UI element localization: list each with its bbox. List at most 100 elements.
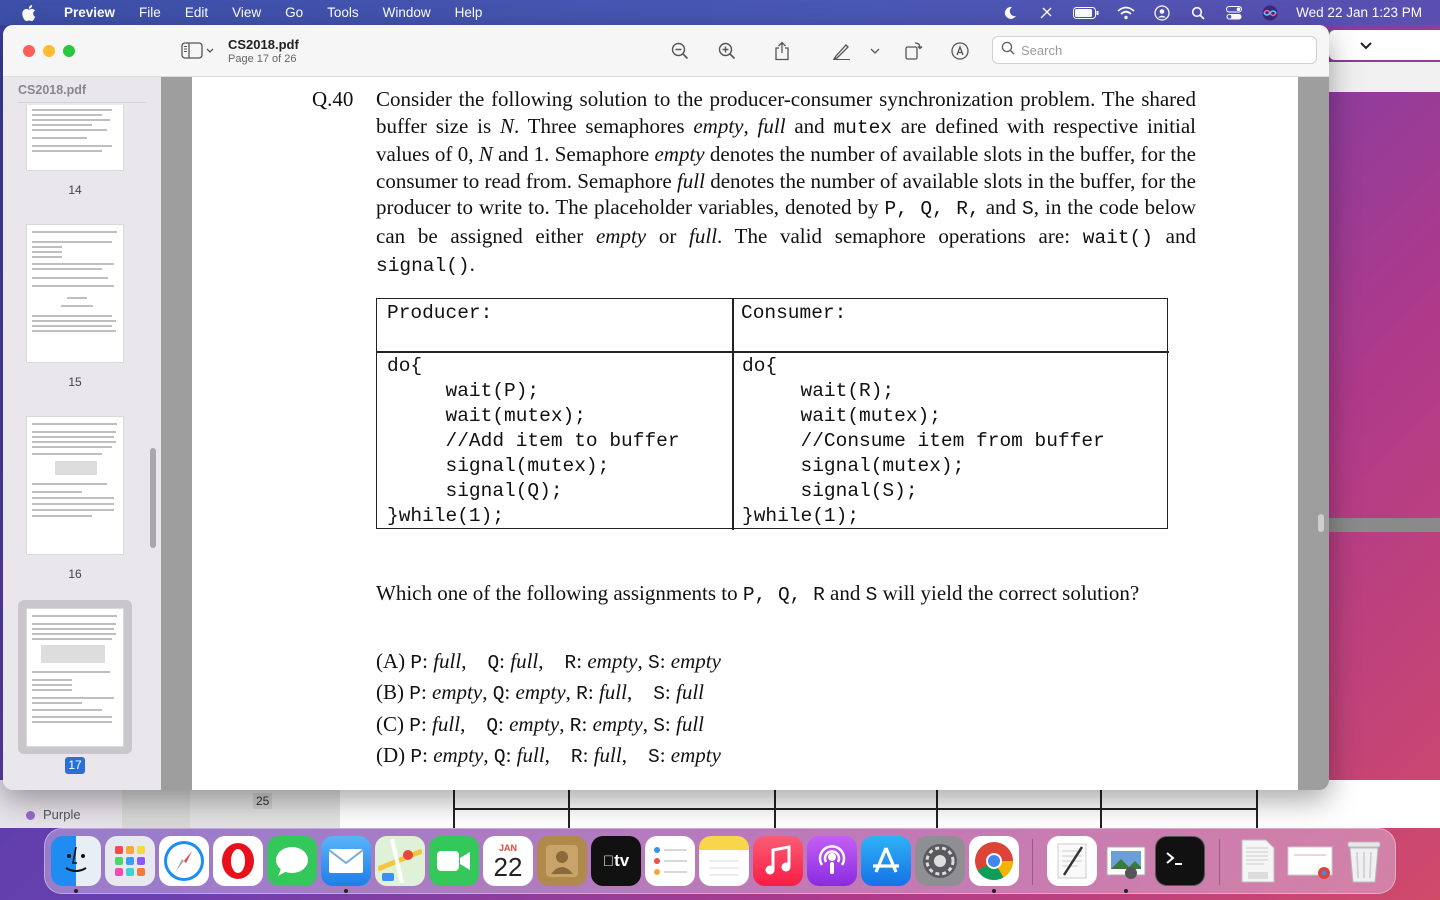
minimize-button[interactable] — [43, 45, 55, 57]
contacts-icon[interactable] — [537, 836, 587, 886]
finder-icon[interactable] — [51, 836, 101, 886]
system-preferences-icon[interactable] — [915, 836, 965, 886]
document-title: CS2018.pdf — [228, 37, 299, 52]
current-page-badge: 17 — [65, 757, 85, 774]
dock-separator — [1032, 839, 1033, 885]
menubar-clock[interactable]: Wed 22 Jan 1:23 PM — [1296, 5, 1422, 20]
search-field[interactable] — [992, 36, 1317, 64]
question-prompt: Which one of the following assignments t… — [376, 581, 1140, 606]
producer-code: do{ wait(P); wait(mutex); //Add item to … — [387, 355, 680, 527]
zoom-out-icon[interactable] — [668, 39, 692, 63]
menu-bar: Preview File Edit View Go Tools Window H… — [0, 0, 1440, 25]
trash-icon[interactable] — [1339, 836, 1389, 886]
menu-go[interactable]: Go — [273, 0, 315, 25]
music-icon[interactable] — [753, 836, 803, 886]
menu-app-preview[interactable]: Preview — [52, 0, 127, 25]
markup-toolbar-icon[interactable] — [948, 39, 972, 63]
tool-icon[interactable] — [1037, 5, 1055, 21]
document-viewer: Q.40 Consider the following solution to … — [161, 77, 1329, 790]
siri-icon[interactable] — [1261, 5, 1279, 21]
thumbnail-sidebar: CS2018.pdf 14 15 16 17 — [3, 77, 161, 790]
sidebar-document-title: CS2018.pdf — [18, 83, 87, 97]
apple-tv-label: tv — [608, 851, 629, 870]
background-divider — [1326, 518, 1440, 532]
window-toolbar: CS2018.pdf Page 17 of 26 — [3, 25, 1329, 77]
consumer-header: Consumer: — [741, 302, 847, 324]
option-d: (D) P: empty, Q: full, R: full, S: empty — [376, 743, 721, 768]
page-thumbnail-16[interactable] — [26, 416, 124, 555]
app-store-icon[interactable] — [861, 836, 911, 886]
launchpad-icon[interactable] — [105, 836, 155, 886]
thumbnail-label: 14 — [68, 183, 82, 197]
podcasts-icon[interactable] — [807, 836, 857, 886]
spotlight-search-icon[interactable] — [1189, 5, 1207, 21]
page-indicator: Page 17 of 26 — [228, 53, 297, 65]
calendar-icon[interactable]: JAN 22 — [483, 836, 533, 886]
pdf-document-icon[interactable] — [1233, 836, 1283, 886]
apple-tv-icon[interactable]: tv — [591, 836, 641, 886]
sidebar-scrollbar[interactable] — [150, 448, 156, 548]
menu-window[interactable]: Window — [371, 0, 443, 25]
maps-icon[interactable] — [375, 836, 425, 886]
thumbnail-label: 15 — [68, 375, 82, 389]
background-window-edge — [1329, 62, 1440, 92]
code-table: Producer: Consumer: do{ wait(P); wait(mu… — [376, 298, 1169, 530]
purple-tag-label[interactable]: Purple — [43, 807, 81, 822]
search-icon — [1001, 41, 1015, 60]
question-text: Consider the following solution to the p… — [376, 87, 1197, 277]
search-input[interactable] — [1021, 42, 1301, 58]
zoom-button[interactable] — [63, 45, 75, 57]
menu-tools[interactable]: Tools — [315, 0, 371, 25]
textedit-icon[interactable] — [1047, 836, 1097, 886]
facetime-icon[interactable] — [429, 836, 479, 886]
markup-pen-icon[interactable] — [830, 39, 854, 63]
table-rule — [453, 808, 1258, 810]
option-b: (B) P: empty, Q: empty, R: full, S: full — [376, 680, 705, 705]
safari-icon[interactable] — [159, 836, 209, 886]
opera-icon[interactable] — [213, 836, 263, 886]
consumer-code: do{ wait(R); wait(mutex); //Consume item… — [742, 355, 1105, 527]
control-center-icon[interactable] — [1225, 5, 1243, 21]
terminal-icon[interactable] — [1155, 836, 1205, 886]
mail-icon[interactable] — [321, 836, 371, 886]
table-rule — [377, 351, 1169, 353]
pdf-page: Q.40 Consider the following solution to … — [192, 77, 1298, 790]
zoom-in-icon[interactable] — [715, 39, 739, 63]
wifi-icon[interactable] — [1117, 5, 1135, 21]
chrome-icon[interactable] — [969, 836, 1019, 886]
page-thumbnail-15[interactable] — [26, 224, 124, 363]
dock-separator — [1219, 839, 1220, 885]
sidebar-toggle-button[interactable] — [181, 41, 215, 61]
messages-icon[interactable] — [267, 836, 317, 886]
option-c: (C) P: full, Q: empty, R: empty, S: full — [376, 712, 705, 737]
close-button[interactable] — [23, 45, 35, 57]
question-number: Q.40 — [312, 87, 354, 111]
preview-icon[interactable] — [1101, 836, 1151, 886]
battery-icon[interactable] — [1073, 5, 1099, 21]
menu-file[interactable]: File — [127, 0, 173, 25]
chrome-document-icon[interactable] — [1285, 836, 1335, 886]
page-thumbnail-17[interactable] — [26, 608, 124, 747]
dock: JAN 22 tv — [44, 828, 1396, 894]
user-account-icon[interactable] — [1153, 4, 1171, 21]
document-scrollbar[interactable] — [1318, 514, 1324, 532]
producer-header: Producer: — [387, 302, 493, 324]
notes-icon[interactable] — [699, 836, 749, 886]
background-window-edge — [1329, 30, 1440, 60]
option-a: (A) P: full, Q: full, R: empty, S: empty — [376, 649, 721, 674]
page-thumbnail-14[interactable] — [26, 105, 124, 171]
table-rule — [732, 299, 734, 530]
menu-edit[interactable]: Edit — [173, 0, 220, 25]
rotate-icon[interactable] — [901, 39, 925, 63]
divider — [18, 102, 146, 103]
thumbnail-label: 16 — [68, 567, 82, 581]
moon-icon[interactable] — [1001, 5, 1019, 21]
menu-help[interactable]: Help — [443, 0, 495, 25]
chevron-down-icon[interactable] — [1353, 35, 1379, 57]
menu-view[interactable]: View — [220, 0, 273, 25]
preview-window: CS2018.pdf Page 17 of 26 Search CS2018.p… — [3, 25, 1329, 790]
reminders-icon[interactable] — [645, 836, 695, 886]
markup-dropdown-icon[interactable] — [868, 39, 882, 63]
apple-menu-icon[interactable] — [20, 4, 38, 22]
share-icon[interactable] — [770, 39, 794, 63]
